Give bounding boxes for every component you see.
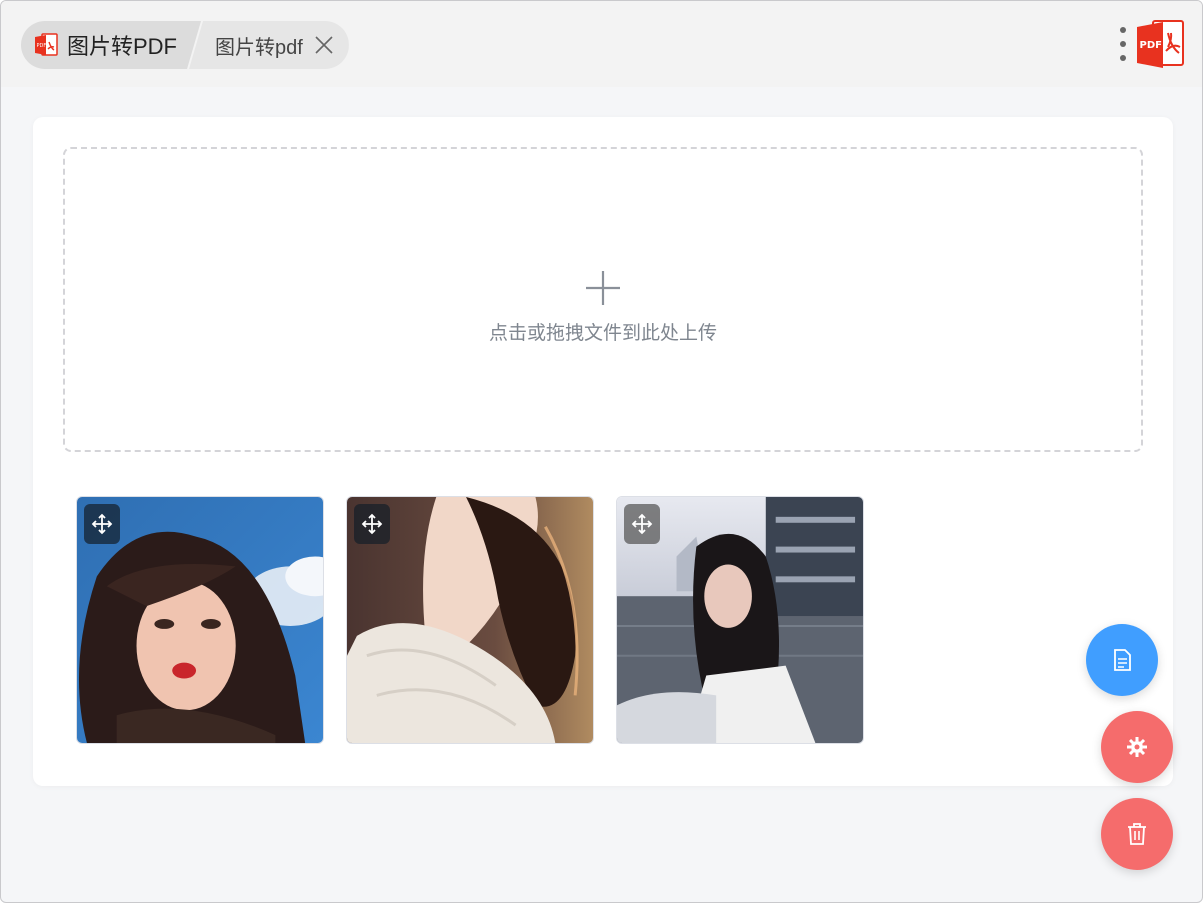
- tab-image-to-pdf[interactable]: 图片转pdf: [189, 21, 349, 69]
- title-bar: PDF 图片转PDF 图片转pdf PDF: [1, 1, 1202, 87]
- drag-handle[interactable]: [624, 504, 660, 544]
- image-thumbnail[interactable]: [346, 496, 594, 744]
- close-icon[interactable]: [313, 34, 335, 56]
- convert-document-button[interactable]: [1086, 624, 1158, 696]
- document-icon: [1112, 649, 1132, 671]
- image-thumbnail[interactable]: [616, 496, 864, 744]
- breadcrumb: PDF 图片转PDF 图片转pdf: [21, 21, 349, 69]
- move-icon: [361, 513, 383, 535]
- plus-icon: [583, 268, 623, 308]
- more-menu-icon[interactable]: [1117, 27, 1129, 61]
- drag-handle[interactable]: [354, 504, 390, 544]
- pdf-logo-text: PDF: [1140, 40, 1162, 51]
- gear-icon: [1126, 736, 1148, 758]
- app-window: PDF 图片转PDF 图片转pdf PDF 点击或拖拽文件到此处上传: [0, 0, 1203, 903]
- upload-dropzone[interactable]: 点击或拖拽文件到此处上传: [63, 147, 1143, 452]
- image-thumbnail[interactable]: [76, 496, 324, 744]
- pdf-file-icon: PDF: [33, 32, 59, 58]
- delete-button[interactable]: [1101, 798, 1173, 870]
- tab-label: 图片转pdf: [215, 36, 303, 59]
- breadcrumb-home-label: 图片转PDF: [67, 34, 178, 59]
- upload-hint: 点击或拖拽文件到此处上传: [488, 323, 717, 344]
- main-card: 点击或拖拽文件到此处上传: [33, 117, 1173, 786]
- trash-icon: [1127, 823, 1147, 845]
- move-icon: [631, 513, 653, 535]
- breadcrumb-home[interactable]: PDF 图片转PDF: [21, 21, 201, 69]
- pdf-logo-icon: PDF: [1135, 19, 1187, 71]
- svg-text:PDF: PDF: [37, 43, 47, 49]
- settings-button[interactable]: [1101, 711, 1173, 783]
- drag-handle[interactable]: [84, 504, 120, 544]
- image-list: [76, 496, 886, 744]
- move-icon: [91, 513, 113, 535]
